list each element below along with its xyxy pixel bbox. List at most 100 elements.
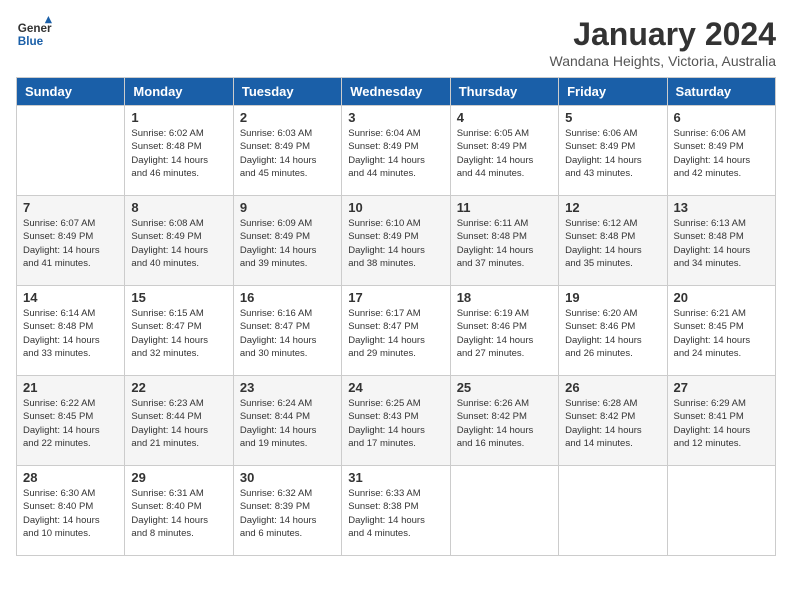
- day-number: 17: [348, 290, 443, 305]
- calendar-header-row: SundayMondayTuesdayWednesdayThursdayFrid…: [17, 78, 776, 106]
- calendar-cell: 15 Sunrise: 6:15 AM Sunset: 8:47 PM Dayli…: [125, 286, 233, 376]
- calendar-cell: 11Sunrise: 6:11 AM Sunset: 8:48 PM Dayli…: [450, 196, 558, 286]
- day-number: 29: [131, 470, 226, 485]
- day-header-friday: Friday: [559, 78, 667, 106]
- calendar-cell: [667, 466, 775, 556]
- month-title: January 2024: [550, 16, 776, 53]
- calendar-week-5: 28Sunrise: 6:30 AM Sunset: 8:40 PM Dayli…: [17, 466, 776, 556]
- calendar-cell: 4Sunrise: 6:05 AM Sunset: 8:49 PM Daylig…: [450, 106, 558, 196]
- calendar-cell: 31 Sunrise: 6:33 AM Sunset: 8:38 PM Dayli…: [342, 466, 450, 556]
- calendar-cell: 14Sunrise: 6:14 AM Sunset: 8:48 PM Dayli…: [17, 286, 125, 376]
- calendar-cell: 9 Sunrise: 6:09 AM Sunset: 8:49 PM Daylig…: [233, 196, 341, 286]
- day-info: Sunrise: 6:32 AM Sunset: 8:39 PM Dayligh…: [240, 487, 335, 540]
- day-info: Sunrise: 6:33 AM Sunset: 8:38 PM Dayligh…: [348, 487, 443, 540]
- day-info: Sunrise: 6:12 AM Sunset: 8:48 PM Dayligh…: [565, 217, 660, 270]
- calendar-cell: [450, 466, 558, 556]
- day-info: Sunrise: 6:20 AM Sunset: 8:46 PM Dayligh…: [565, 307, 660, 360]
- day-number: 14: [23, 290, 118, 305]
- day-header-thursday: Thursday: [450, 78, 558, 106]
- day-header-tuesday: Tuesday: [233, 78, 341, 106]
- calendar-cell: 30 Sunrise: 6:32 AM Sunset: 8:39 PM Dayli…: [233, 466, 341, 556]
- calendar-cell: 28Sunrise: 6:30 AM Sunset: 8:40 PM Dayli…: [17, 466, 125, 556]
- day-info: Sunrise: 6:17 AM Sunset: 8:47 PM Dayligh…: [348, 307, 443, 360]
- calendar-cell: 13 Sunrise: 6:13 AM Sunset: 8:48 PM Dayli…: [667, 196, 775, 286]
- calendar-week-2: 7Sunrise: 6:07 AM Sunset: 8:49 PM Daylig…: [17, 196, 776, 286]
- day-info: Sunrise: 6:08 AM Sunset: 8:49 PM Dayligh…: [131, 217, 226, 270]
- calendar-cell: 25Sunrise: 6:26 AM Sunset: 8:42 PM Dayli…: [450, 376, 558, 466]
- day-number: 6: [674, 110, 769, 125]
- day-number: 11: [457, 200, 552, 215]
- day-info: Sunrise: 6:19 AM Sunset: 8:46 PM Dayligh…: [457, 307, 552, 360]
- day-number: 15: [131, 290, 226, 305]
- calendar-table: SundayMondayTuesdayWednesdayThursdayFrid…: [16, 77, 776, 556]
- calendar-cell: [17, 106, 125, 196]
- day-number: 2: [240, 110, 335, 125]
- day-info: Sunrise: 6:23 AM Sunset: 8:44 PM Dayligh…: [131, 397, 226, 450]
- calendar-cell: 21 Sunrise: 6:22 AM Sunset: 8:45 PM Dayli…: [17, 376, 125, 466]
- day-info: Sunrise: 6:10 AM Sunset: 8:49 PM Dayligh…: [348, 217, 443, 270]
- logo-icon: General Blue: [16, 16, 52, 52]
- svg-text:General: General: [18, 22, 52, 35]
- day-info: Sunrise: 6:22 AM Sunset: 8:45 PM Dayligh…: [23, 397, 118, 450]
- day-number: 31: [348, 470, 443, 485]
- calendar-cell: 29 Sunrise: 6:31 AM Sunset: 8:40 PM Dayli…: [125, 466, 233, 556]
- day-info: Sunrise: 6:13 AM Sunset: 8:48 PM Dayligh…: [674, 217, 769, 270]
- day-number: 10: [348, 200, 443, 215]
- day-number: 9: [240, 200, 335, 215]
- day-number: 30: [240, 470, 335, 485]
- calendar-cell: 5Sunrise: 6:06 AM Sunset: 8:49 PM Daylig…: [559, 106, 667, 196]
- day-info: Sunrise: 6:24 AM Sunset: 8:44 PM Dayligh…: [240, 397, 335, 450]
- day-number: 1: [131, 110, 226, 125]
- calendar-cell: 16 Sunrise: 6:16 AM Sunset: 8:47 PM Dayli…: [233, 286, 341, 376]
- svg-text:Blue: Blue: [18, 35, 44, 48]
- day-number: 21: [23, 380, 118, 395]
- day-info: Sunrise: 6:28 AM Sunset: 8:42 PM Dayligh…: [565, 397, 660, 450]
- calendar-cell: 10 Sunrise: 6:10 AM Sunset: 8:49 PM Dayli…: [342, 196, 450, 286]
- day-info: Sunrise: 6:16 AM Sunset: 8:47 PM Dayligh…: [240, 307, 335, 360]
- day-number: 19: [565, 290, 660, 305]
- day-number: 13: [674, 200, 769, 215]
- day-info: Sunrise: 6:02 AM Sunset: 8:48 PM Dayligh…: [131, 127, 226, 180]
- logo: General Blue: [16, 16, 52, 52]
- day-header-sunday: Sunday: [17, 78, 125, 106]
- day-info: Sunrise: 6:31 AM Sunset: 8:40 PM Dayligh…: [131, 487, 226, 540]
- day-info: Sunrise: 6:25 AM Sunset: 8:43 PM Dayligh…: [348, 397, 443, 450]
- day-info: Sunrise: 6:21 AM Sunset: 8:45 PM Dayligh…: [674, 307, 769, 360]
- day-header-saturday: Saturday: [667, 78, 775, 106]
- calendar-cell: 18Sunrise: 6:19 AM Sunset: 8:46 PM Dayli…: [450, 286, 558, 376]
- calendar-cell: 17 Sunrise: 6:17 AM Sunset: 8:47 PM Dayli…: [342, 286, 450, 376]
- calendar-week-4: 21 Sunrise: 6:22 AM Sunset: 8:45 PM Dayli…: [17, 376, 776, 466]
- day-number: 27: [674, 380, 769, 395]
- calendar-cell: 20 Sunrise: 6:21 AM Sunset: 8:45 PM Dayli…: [667, 286, 775, 376]
- calendar-body: 1 Sunrise: 6:02 AM Sunset: 8:48 PM Daylig…: [17, 106, 776, 556]
- calendar-cell: 2 Sunrise: 6:03 AM Sunset: 8:49 PM Daylig…: [233, 106, 341, 196]
- calendar-cell: 23 Sunrise: 6:24 AM Sunset: 8:44 PM Dayli…: [233, 376, 341, 466]
- calendar-cell: 26 Sunrise: 6:28 AM Sunset: 8:42 PM Dayli…: [559, 376, 667, 466]
- day-number: 4: [457, 110, 552, 125]
- calendar-cell: 19 Sunrise: 6:20 AM Sunset: 8:46 PM Dayli…: [559, 286, 667, 376]
- title-block: January 2024 Wandana Heights, Victoria, …: [550, 16, 776, 69]
- day-number: 16: [240, 290, 335, 305]
- day-number: 7: [23, 200, 118, 215]
- day-number: 22: [131, 380, 226, 395]
- calendar-week-3: 14Sunrise: 6:14 AM Sunset: 8:48 PM Dayli…: [17, 286, 776, 376]
- calendar-cell: 24 Sunrise: 6:25 AM Sunset: 8:43 PM Dayli…: [342, 376, 450, 466]
- day-number: 3: [348, 110, 443, 125]
- day-info: Sunrise: 6:03 AM Sunset: 8:49 PM Dayligh…: [240, 127, 335, 180]
- day-number: 20: [674, 290, 769, 305]
- calendar-cell: 12Sunrise: 6:12 AM Sunset: 8:48 PM Dayli…: [559, 196, 667, 286]
- day-info: Sunrise: 6:30 AM Sunset: 8:40 PM Dayligh…: [23, 487, 118, 540]
- day-info: Sunrise: 6:09 AM Sunset: 8:49 PM Dayligh…: [240, 217, 335, 270]
- day-header-monday: Monday: [125, 78, 233, 106]
- calendar-cell: [559, 466, 667, 556]
- calendar-cell: 22 Sunrise: 6:23 AM Sunset: 8:44 PM Dayli…: [125, 376, 233, 466]
- calendar-cell: 8Sunrise: 6:08 AM Sunset: 8:49 PM Daylig…: [125, 196, 233, 286]
- day-number: 26: [565, 380, 660, 395]
- day-number: 23: [240, 380, 335, 395]
- calendar-cell: 7Sunrise: 6:07 AM Sunset: 8:49 PM Daylig…: [17, 196, 125, 286]
- day-header-wednesday: Wednesday: [342, 78, 450, 106]
- day-number: 24: [348, 380, 443, 395]
- calendar-cell: 6 Sunrise: 6:06 AM Sunset: 8:49 PM Daylig…: [667, 106, 775, 196]
- day-info: Sunrise: 6:15 AM Sunset: 8:47 PM Dayligh…: [131, 307, 226, 360]
- day-info: Sunrise: 6:06 AM Sunset: 8:49 PM Dayligh…: [674, 127, 769, 180]
